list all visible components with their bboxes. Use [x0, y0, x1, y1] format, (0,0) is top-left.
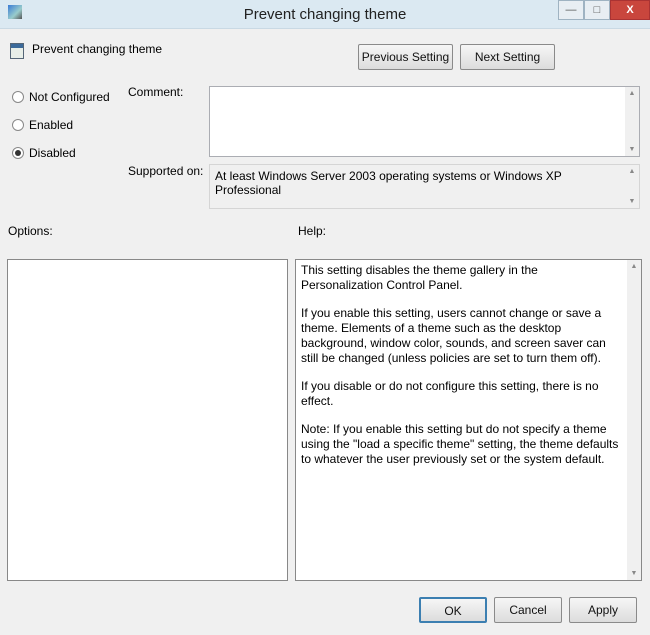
cancel-button[interactable]: Cancel: [494, 597, 562, 623]
scroll-up-icon[interactable]: ▲: [625, 90, 639, 97]
next-setting-button[interactable]: Next Setting: [460, 44, 555, 70]
radio-circle[interactable]: [12, 91, 24, 103]
scroll-down-icon[interactable]: ▼: [625, 146, 639, 153]
title-bar: Prevent changing theme — □ X: [0, 0, 650, 29]
help-paragraph: If you disable or do not configure this …: [301, 379, 599, 408]
ok-button[interactable]: OK: [419, 597, 487, 623]
scroll-up-icon[interactable]: ▲: [627, 263, 641, 270]
help-panel: This setting disables the theme gallery …: [295, 259, 642, 581]
scroll-up-icon[interactable]: ▲: [625, 168, 639, 175]
minimize-button[interactable]: —: [558, 0, 584, 20]
policy-name: Prevent changing theme: [32, 42, 163, 56]
radio-label: Enabled: [29, 118, 74, 132]
policy-icon: [10, 43, 24, 59]
comment-scrollbar[interactable]: ▲ ▼: [625, 87, 639, 156]
comment-input[interactable]: ▲ ▼: [209, 86, 640, 157]
window-title: Prevent changing theme: [243, 6, 407, 23]
help-scrollbar[interactable]: ▲ ▼: [627, 260, 641, 580]
apply-button[interactable]: Apply: [569, 597, 637, 623]
radio-label: Disabled: [29, 146, 76, 160]
help-paragraph: If you enable this setting, users cannot…: [301, 306, 606, 365]
scroll-down-icon[interactable]: ▼: [625, 198, 639, 205]
maximize-button[interactable]: □: [584, 0, 610, 20]
help-paragraph: This setting disables the theme gallery …: [301, 263, 538, 292]
radio-circle[interactable]: [12, 147, 24, 159]
scroll-down-icon[interactable]: ▼: [627, 570, 641, 577]
radio-circle[interactable]: [12, 119, 24, 131]
supported-on-box: At least Windows Server 2003 operating s…: [209, 164, 640, 209]
options-panel: [7, 259, 288, 581]
supported-on-value: At least Windows Server 2003 operating s…: [215, 169, 562, 197]
previous-setting-button[interactable]: Previous Setting: [358, 44, 453, 70]
radio-label: Not Configured: [29, 90, 110, 104]
help-paragraph: Note: If you enable this setting but do …: [301, 422, 619, 466]
options-label: Options:: [8, 224, 53, 238]
supported-on-label: Supported on:: [128, 164, 204, 178]
close-button[interactable]: X: [610, 0, 650, 20]
supported-scrollbar[interactable]: ▲ ▼: [625, 165, 639, 208]
help-label: Help:: [298, 224, 327, 238]
comment-label: Comment:: [128, 85, 184, 99]
